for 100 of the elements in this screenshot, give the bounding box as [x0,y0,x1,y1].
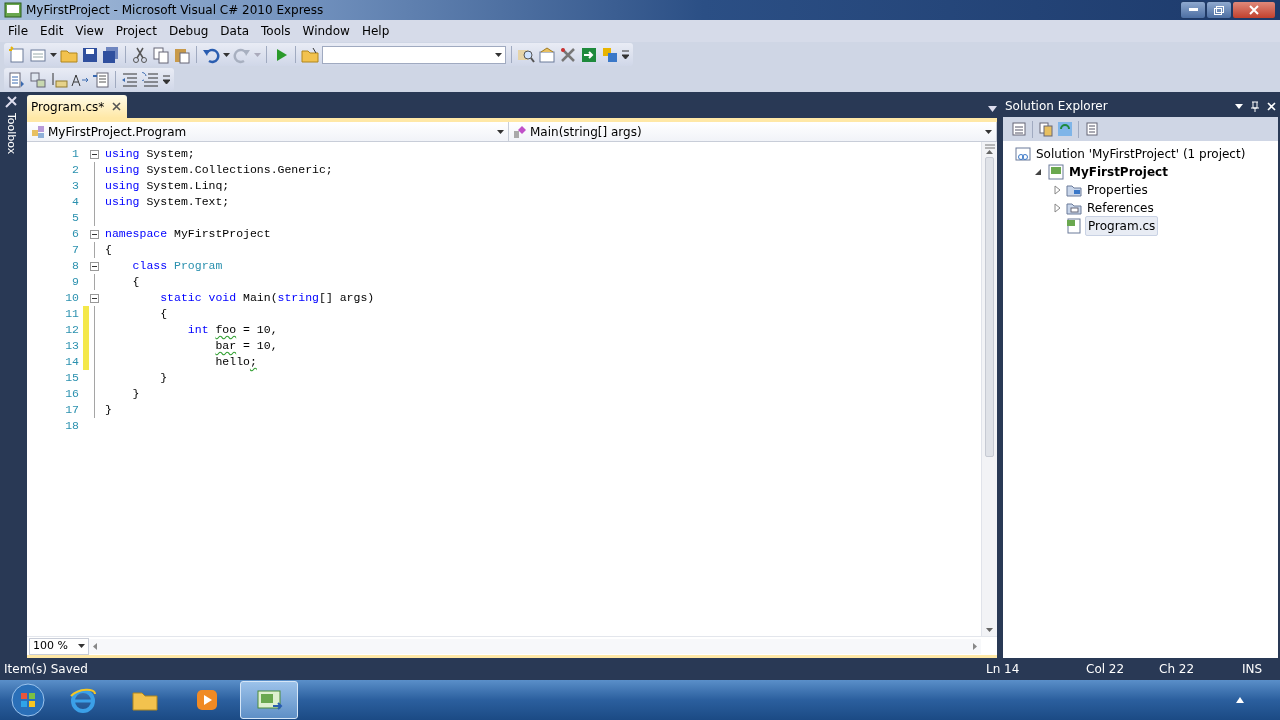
document-icon[interactable] [1084,121,1100,137]
close-button[interactable] [1232,1,1276,19]
line-number: 13 [64,338,80,354]
line-number: 17 [64,402,80,418]
type-dropdown[interactable]: MyFirstProject.Program [27,122,509,141]
zoom-dropdown[interactable]: 100 % [29,637,89,655]
app-icon [4,2,22,18]
menu-item[interactable]: Edit [34,22,70,40]
code-line: using System; [104,146,196,162]
copy-icon[interactable] [1038,121,1054,137]
outdent-icon[interactable] [121,70,139,89]
browser-icon [69,686,97,714]
code-line: using System.Text; [104,194,231,210]
line-number: 12 [64,322,80,338]
refresh-icon[interactable] [1057,121,1073,137]
code-line: namespace MyFirstProject [104,226,272,242]
search-combo-box[interactable] [322,45,506,64]
dropdown-arrow-icon [497,129,504,134]
code-line: hello; [214,354,258,370]
overflow-icon[interactable] [622,50,629,59]
line-number: 4 [71,194,80,210]
tree-item[interactable]: References [1085,199,1156,217]
list-icon[interactable] [8,70,26,89]
scrollbar-thumb[interactable] [985,157,994,457]
line-number: 16 [64,386,80,402]
scroll-right-icon[interactable] [973,642,977,650]
collapse-icon[interactable] [90,150,99,159]
menu-item[interactable]: Tools [255,22,297,40]
tree-item[interactable]: Solution 'MyFirstProject' (1 project) [1034,145,1248,163]
members-icon[interactable] [29,70,47,89]
show-files-icon[interactable] [1011,121,1027,137]
windows-logo-icon [11,683,45,717]
show-hidden-icons-icon[interactable] [1236,697,1244,703]
collapsed-arrow-icon[interactable] [1051,202,1063,214]
menu-item[interactable]: Help [355,22,396,40]
find-in-files-icon[interactable] [301,45,319,64]
code-line: { [131,274,141,290]
code-line: using System.Collections.Generic; [104,162,334,178]
menu-item[interactable]: Project [109,22,163,40]
menu-item[interactable]: Debug [162,22,215,40]
cut-icon[interactable] [131,45,149,64]
line-number: 1 [71,146,80,162]
code-line: int foo = 10, [186,322,279,338]
maximize-button[interactable] [1206,1,1232,19]
menu-item[interactable]: View [69,22,110,40]
tree-item[interactable]: MyFirstProject [1067,163,1170,181]
method-icon [513,124,527,139]
document-icon[interactable] [92,70,110,89]
tab-menu-icon[interactable] [988,106,997,112]
toolbox-tab[interactable]: Toolbox [2,113,20,155]
collapsed-arrow-icon[interactable] [1051,184,1063,196]
menu-item[interactable]: Data [214,22,255,40]
document-tab[interactable]: Program.cs* [27,95,128,118]
new-project-icon[interactable] [8,45,26,64]
panel-title: Solution Explorer [1005,98,1108,115]
save-icon[interactable] [81,45,99,64]
tree-item[interactable]: Properties [1085,181,1150,199]
scroll-down-icon[interactable] [986,628,993,632]
collapse-icon[interactable] [90,262,99,271]
split-handle-icon[interactable] [984,142,995,150]
import-icon[interactable] [580,45,598,64]
code-line: static void Main(string[] args) [159,290,376,306]
code-line: } [159,370,169,386]
dropdown-arrow-icon[interactable] [50,52,57,57]
taskbar-button[interactable] [240,681,298,719]
dropdown-arrow-icon [495,52,502,57]
menu-item[interactable]: Window [296,22,356,40]
minimize-icon [1188,8,1198,12]
pin-icon[interactable] [1251,100,1259,112]
line-number: 3 [71,178,80,194]
dropdown-arrow-icon[interactable] [223,52,230,57]
code-line: { [159,306,169,322]
code-line: using System.Linq; [104,178,231,194]
dropdown-arrow-icon[interactable] [1235,103,1243,109]
collapse-icon[interactable] [90,230,99,239]
minimize-button[interactable] [1180,1,1206,19]
toolbox-icon [4,95,18,109]
status-line: Ln 14 [986,662,1020,676]
line-number: 11 [64,306,80,322]
scroll-up-icon[interactable] [986,150,993,154]
code-line: } [104,402,113,418]
dropdown-arrow-icon [78,644,85,648]
overflow-icon[interactable] [163,75,170,84]
tree-item[interactable]: Program.cs [1085,216,1159,236]
windows-icon[interactable] [601,45,619,64]
menu-item[interactable]: File [2,22,35,40]
class-icon [31,124,45,139]
code-line: } [131,386,141,402]
code-file-icon [1066,218,1082,234]
status-char: Ch 22 [1159,662,1195,676]
code-line: { [104,242,113,258]
member-dropdown[interactable]: Main(string[] args) [509,122,997,141]
line-number: 9 [71,274,80,290]
close-icon[interactable] [112,102,122,111]
collapse-icon[interactable] [90,294,99,303]
solution-icon [1015,146,1031,162]
copy-icon[interactable] [152,45,170,64]
line-number: 2 [71,162,80,178]
scroll-left-icon[interactable] [93,642,97,650]
save-all-icon[interactable] [102,45,120,64]
